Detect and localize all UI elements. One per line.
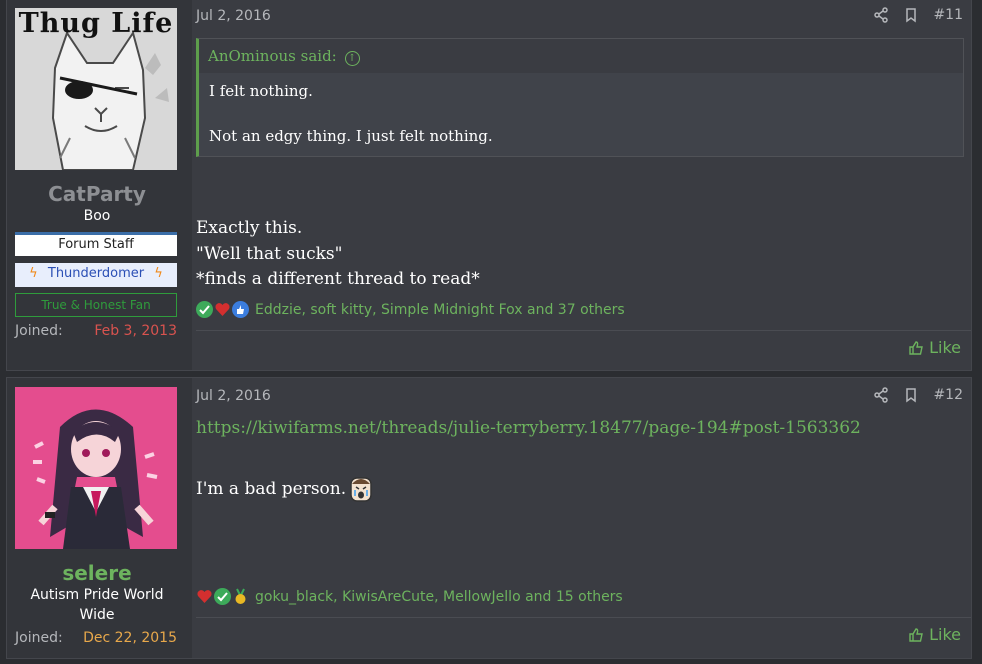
check-reaction-icon (214, 588, 231, 605)
medal-reaction-icon (232, 588, 249, 605)
user-title: Boo (83, 208, 111, 224)
quote-header[interactable]: AnOminous said: ↑ (199, 39, 963, 73)
avatar[interactable] (15, 387, 177, 549)
banner-label: Forum Staff (58, 237, 134, 252)
post-body-text: I'm a bad person. (196, 479, 347, 499)
reactions-bar[interactable]: goku_black, KiwisAreCute, MellowJello an… (196, 588, 623, 605)
banner-label: Thunderdomer (47, 266, 145, 281)
share-icon[interactable] (873, 387, 889, 403)
post-12: selere Autism Pride World Wide Joined: D… (6, 377, 972, 659)
thumbs-up-icon (909, 341, 923, 355)
heart-reaction-icon (214, 301, 231, 318)
check-reaction-icon (196, 301, 213, 318)
joined-label: Joined: (15, 630, 63, 646)
user-pane: selere Autism Pride World Wide Joined: D… (7, 378, 192, 658)
thumbs-up-icon (909, 628, 923, 642)
quote-author[interactable]: AnOminous said: (208, 47, 337, 65)
post-date[interactable]: Jul 2, 2016 (196, 388, 271, 404)
post-body-line: Exactly this. (196, 218, 303, 238)
like-label: Like (929, 625, 961, 644)
avatar-caption: Thug Life (18, 8, 174, 39)
post-link[interactable]: https://kiwifarms.net/threads/julie-terr… (196, 418, 861, 438)
lightning-icon: ϟ (154, 266, 163, 281)
bookmark-icon[interactable] (903, 7, 919, 23)
post-body-line: "Well that sucks" (196, 244, 343, 264)
post-number[interactable]: #12 (933, 387, 963, 403)
post-number[interactable]: #11 (933, 7, 963, 23)
joined-date: Feb 3, 2013 (94, 323, 177, 339)
quote-line: Not an edgy thing. I just felt nothing. (209, 127, 493, 145)
arrow-up-icon[interactable]: ↑ (344, 51, 360, 66)
username[interactable]: selere (7, 561, 187, 585)
divider (196, 330, 971, 331)
like-button[interactable]: Like (908, 338, 961, 357)
banner-true-honest-fan: True & Honest Fan (15, 293, 177, 317)
reactions-list[interactable]: Eddzie, soft kitty, Simple Midnight Fox … (255, 302, 625, 318)
reactions-list[interactable]: goku_black, KiwisAreCute, MellowJello an… (255, 589, 623, 605)
avatar[interactable]: Thug Life (15, 8, 177, 170)
heart-reaction-icon (196, 588, 213, 605)
reactions-bar[interactable]: Eddzie, soft kitty, Simple Midnight Fox … (196, 301, 625, 318)
share-icon[interactable] (873, 7, 889, 23)
post-tools: #11 (873, 7, 963, 23)
user-title: Autism Pride World Wide (30, 587, 164, 623)
quote-line: I felt nothing. (209, 82, 313, 100)
banner-label: True & Honest Fan (41, 298, 151, 312)
post-body-line: I'm a bad person. (196, 476, 372, 502)
banner-forum-staff: Forum Staff (15, 232, 177, 256)
username[interactable]: CatParty (7, 182, 187, 206)
crying-face-icon (350, 476, 372, 502)
post-body-line: *finds a different thread to read* (196, 269, 480, 289)
like-button[interactable]: Like (908, 625, 961, 644)
post-tools: #12 (873, 387, 963, 403)
post-11: Thug Life CatParty Boo Forum Staff ϟ Thu… (6, 0, 972, 371)
joined-date: Dec 22, 2015 (83, 630, 177, 646)
banner-thunderdomer: ϟ Thunderdomer ϟ (15, 263, 177, 287)
thumbs-up-reaction-icon (232, 301, 249, 318)
divider (196, 617, 971, 618)
lightning-icon: ϟ (29, 266, 38, 281)
bookmark-icon[interactable] (903, 387, 919, 403)
user-pane: Thug Life CatParty Boo Forum Staff ϟ Thu… (7, 0, 192, 370)
joined-label: Joined: (15, 323, 63, 339)
quote-block: AnOminous said: ↑ I felt nothing. Not an… (196, 38, 964, 157)
like-label: Like (929, 338, 961, 357)
post-date[interactable]: Jul 2, 2016 (196, 8, 271, 24)
